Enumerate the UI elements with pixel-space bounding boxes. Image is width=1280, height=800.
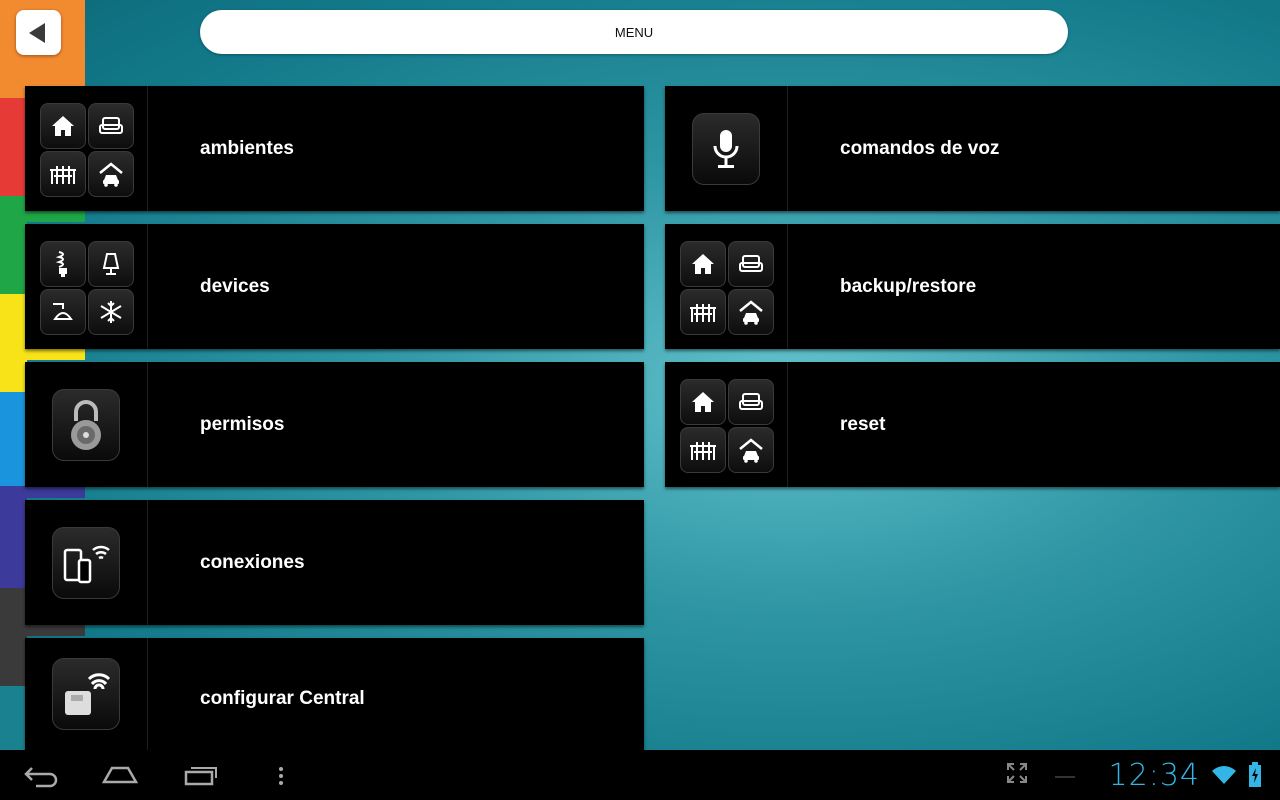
reset-icon-group	[665, 362, 788, 487]
snowflake-icon	[88, 288, 134, 335]
nav-back-icon[interactable]	[22, 762, 60, 788]
menu-item-ambientes[interactable]: ambientes	[25, 86, 644, 211]
sofa-icon	[88, 102, 134, 149]
nav-overflow-menu-icon[interactable]	[276, 762, 286, 788]
fullscreen-icon[interactable]	[1006, 762, 1028, 784]
color-stripe-yellow	[0, 294, 27, 392]
menu-item-label: configurar Central	[200, 688, 365, 709]
clock: 12:34	[1108, 758, 1200, 793]
padlock-icon	[52, 388, 120, 461]
wifi-icon	[1212, 766, 1236, 784]
menu-item-label: reset	[840, 414, 886, 435]
permisos-icon-box	[25, 362, 148, 487]
status-divider	[1055, 776, 1075, 778]
sofa-icon	[728, 378, 774, 425]
comandos-de-voz-icon-box	[665, 86, 788, 211]
dining-icon	[680, 288, 726, 335]
system-navigation-bar: 12:34	[0, 750, 1280, 800]
ceiling-lamp-icon	[40, 288, 86, 335]
color-ledge-gray	[0, 624, 85, 636]
menu-item-devices[interactable]: devices	[25, 224, 644, 349]
menu-item-backup-restore[interactable]: backup/restore	[665, 224, 1280, 349]
conexiones-icon-box	[25, 500, 148, 625]
menu-item-label: backup/restore	[840, 276, 977, 297]
color-ledge-green	[0, 210, 85, 222]
color-stripe-purple	[0, 490, 27, 588]
menu-item-label: comandos de voz	[840, 138, 1000, 159]
house-icon	[680, 240, 726, 287]
color-stripe-teal	[0, 686, 27, 750]
phones-wifi-icon	[52, 526, 120, 599]
menu-item-label: permisos	[200, 414, 285, 435]
sofa-icon	[728, 240, 774, 287]
nav-recent-apps-icon[interactable]	[182, 762, 220, 788]
garage-icon	[88, 150, 134, 197]
lamp-icon	[88, 240, 134, 287]
bulb-icon	[40, 240, 86, 287]
menu-item-comandos-de-voz[interactable]: comandos de voz	[665, 86, 1280, 211]
back-arrow-icon	[28, 22, 45, 43]
microphone-icon	[692, 112, 760, 185]
central-wifi-icon	[52, 658, 120, 730]
ambientes-icon-group	[25, 86, 148, 211]
menu-item-reset[interactable]: reset	[665, 362, 1280, 487]
devices-icon-group	[25, 224, 148, 349]
dining-icon	[40, 150, 86, 197]
house-icon	[40, 102, 86, 149]
menu-item-label: conexiones	[200, 552, 305, 573]
menu-item-label: devices	[200, 276, 270, 297]
page-title: MENU	[200, 10, 1068, 54]
color-ledge-purple	[0, 486, 85, 498]
back-button[interactable]	[16, 10, 61, 55]
color-stripe-gray	[0, 588, 27, 686]
color-stripe-red	[0, 98, 27, 196]
garage-icon	[728, 426, 774, 473]
color-stripe-blue	[0, 392, 27, 490]
menu-item-conexiones[interactable]: conexiones	[25, 500, 644, 625]
nav-home-icon[interactable]	[100, 762, 140, 788]
color-ledge-yellow	[0, 348, 85, 360]
battery-icon	[1249, 762, 1261, 787]
backup-restore-icon-group	[665, 224, 788, 349]
garage-icon	[728, 288, 774, 335]
house-icon	[680, 378, 726, 425]
menu-item-configurar-central[interactable]: configurar Central	[25, 638, 644, 750]
dining-icon	[680, 426, 726, 473]
menu-item-permisos[interactable]: permisos	[25, 362, 644, 487]
menu-item-label: ambientes	[200, 138, 294, 159]
configurar-central-icon-box	[25, 638, 148, 750]
